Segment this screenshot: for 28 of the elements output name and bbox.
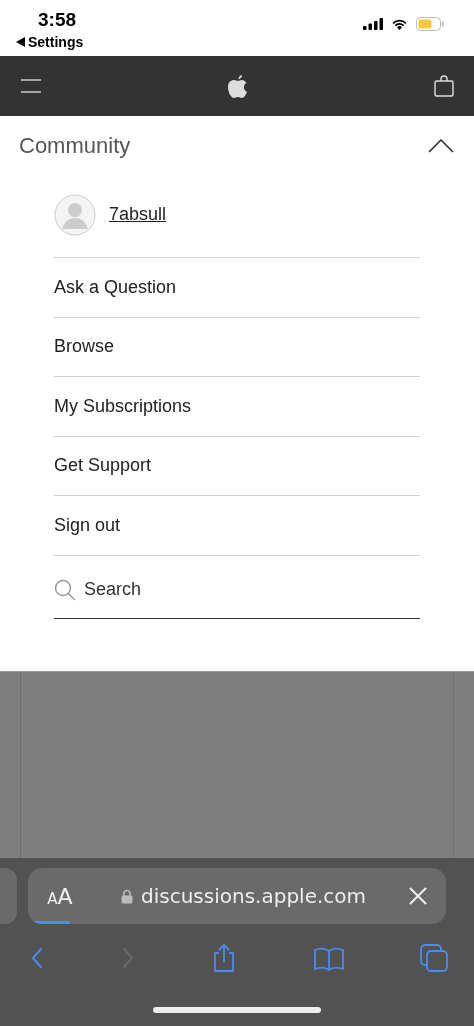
battery-icon: [416, 17, 444, 31]
wifi-icon: [391, 18, 408, 30]
apple-logo-icon[interactable]: [227, 74, 248, 98]
signal-icon: [363, 18, 383, 30]
menu-icon[interactable]: [21, 79, 41, 93]
tabs-icon[interactable]: [420, 944, 448, 972]
back-triangle-icon[interactable]: [16, 37, 25, 47]
menu-link[interactable]: Browse: [54, 336, 115, 358]
share-icon[interactable]: [211, 944, 237, 972]
search-icon: [54, 578, 76, 601]
lock-icon: [121, 888, 133, 904]
shopping-bag-icon[interactable]: [434, 75, 454, 97]
section-title: Community: [19, 133, 131, 159]
text-size-button[interactable]: AA: [47, 883, 73, 909]
menu-link[interactable]: Ask a Question: [54, 276, 177, 298]
close-icon[interactable]: [409, 887, 427, 905]
menu-link[interactable]: Sign out: [54, 514, 121, 536]
avatar-icon[interactable]: [54, 193, 96, 236]
chevron-up-icon[interactable]: [428, 139, 454, 153]
username-link[interactable]: 7absull: [109, 204, 167, 225]
url-text: discussions.apple.com: [141, 884, 366, 908]
menu-link[interactable]: Get Support: [54, 455, 152, 477]
menu-link[interactable]: My Subscriptions: [54, 395, 192, 417]
back-to-app-link[interactable]: Settings: [28, 34, 84, 50]
address-bar[interactable]: AA discussions.apple.com: [28, 868, 446, 924]
previous-tab-card[interactable]: [0, 868, 17, 924]
back-icon[interactable]: [30, 947, 44, 969]
clock-time: 3:58: [38, 9, 77, 31]
